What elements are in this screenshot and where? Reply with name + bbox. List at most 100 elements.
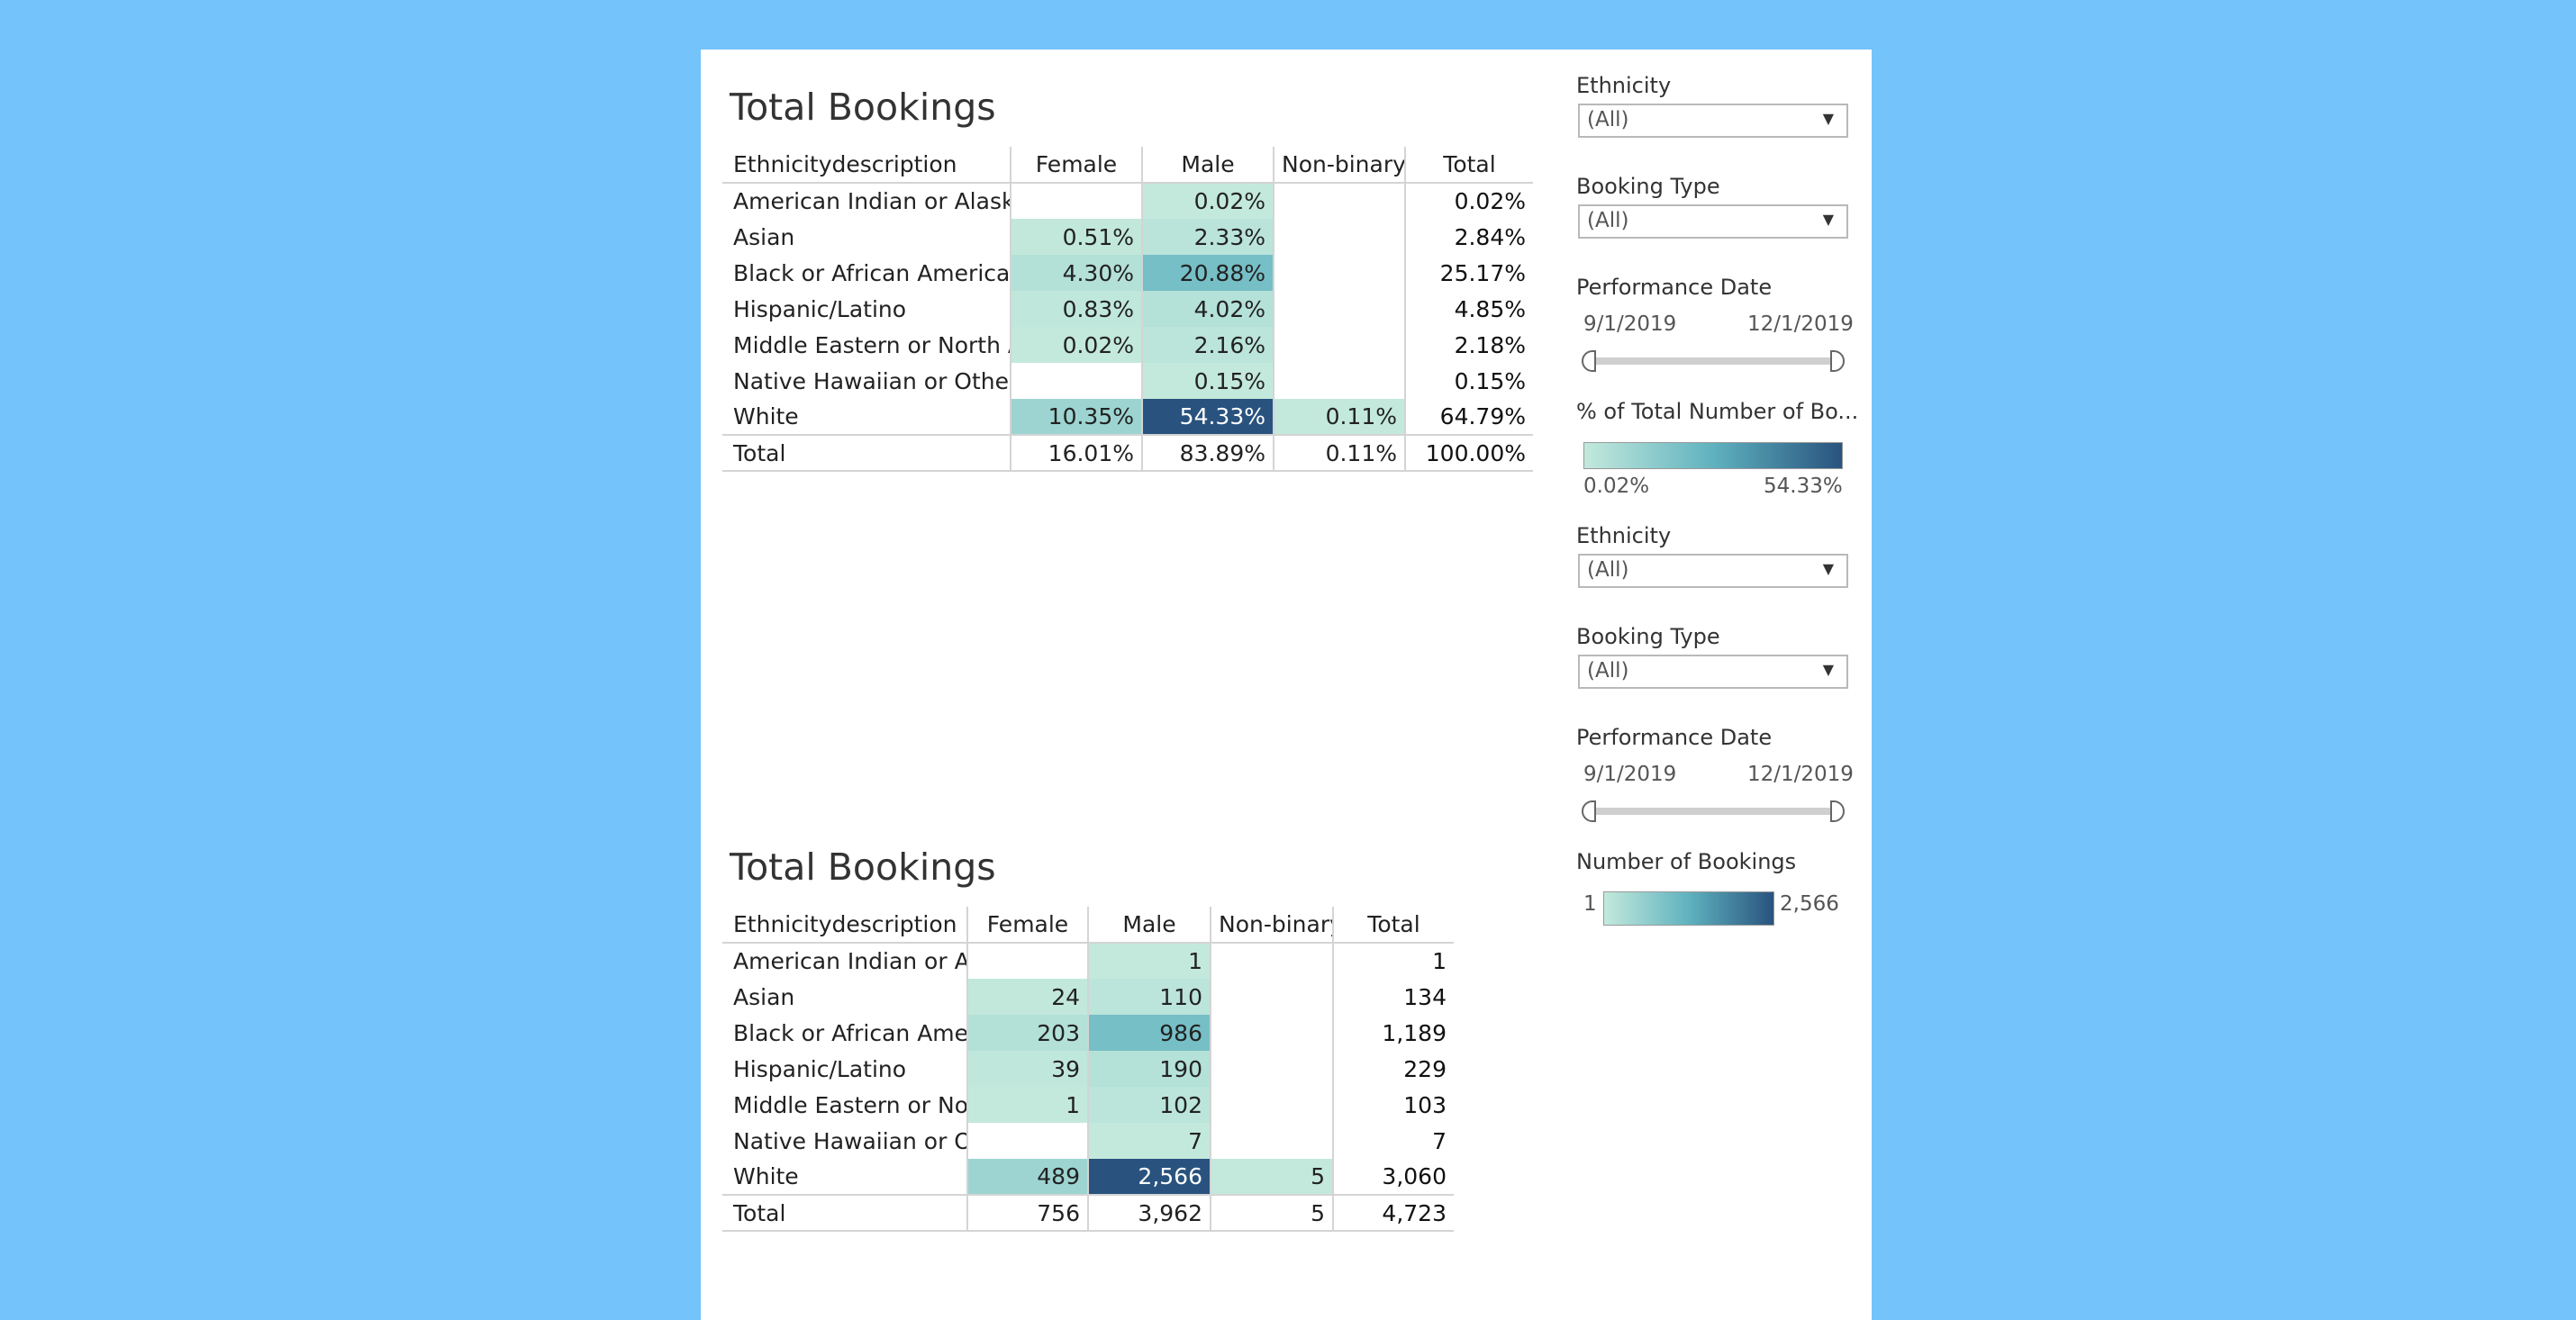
total-cell-female[interactable]: 756: [967, 1194, 1089, 1232]
cell-female[interactable]: 489: [967, 1159, 1089, 1195]
cell-female[interactable]: 10.35%: [1011, 399, 1143, 435]
cell-total[interactable]: 103: [1333, 1087, 1454, 1123]
column-header-female[interactable]: Female: [1011, 147, 1143, 184]
column-header-nonbinary[interactable]: Non-binary: [1274, 147, 1406, 184]
cell-female[interactable]: 0.83%: [1011, 291, 1143, 327]
cell-male[interactable]: 54.33%: [1142, 399, 1274, 435]
total-row-label[interactable]: Total: [722, 434, 1011, 472]
cell-male[interactable]: 0.15%: [1142, 363, 1274, 399]
cell-total[interactable]: 1: [1333, 943, 1454, 979]
row-label[interactable]: Hispanic/Latino: [722, 1051, 968, 1087]
cell-nonbinary[interactable]: [1274, 363, 1406, 399]
cell-female[interactable]: 0.51%: [1011, 219, 1143, 255]
slider-start-handle[interactable]: [1582, 350, 1596, 372]
cell-nonbinary[interactable]: [1274, 183, 1406, 219]
column-header-total[interactable]: Total: [1333, 907, 1454, 944]
cell-nonbinary[interactable]: [1211, 979, 1334, 1015]
column-header-male[interactable]: Male: [1088, 907, 1211, 944]
booking-type-dropdown[interactable]: (All) ▼: [1578, 655, 1848, 689]
cell-male[interactable]: 0.02%: [1142, 183, 1274, 219]
row-label[interactable]: Middle Eastern or No..: [722, 1087, 968, 1123]
cell-total[interactable]: 4.85%: [1405, 291, 1533, 327]
cell-male[interactable]: 2.16%: [1142, 327, 1274, 363]
cell-male[interactable]: 190: [1088, 1051, 1211, 1087]
slider-end-handle[interactable]: [1830, 800, 1845, 822]
total-row-label[interactable]: Total: [722, 1194, 968, 1232]
cell-male[interactable]: 110: [1088, 979, 1211, 1015]
column-header-total[interactable]: Total: [1405, 147, 1533, 184]
slider-end-handle[interactable]: [1830, 350, 1845, 372]
cell-total[interactable]: 2.84%: [1405, 219, 1533, 255]
cell-nonbinary[interactable]: [1211, 943, 1334, 979]
column-header-male[interactable]: Male: [1142, 147, 1274, 184]
row-label[interactable]: White: [722, 1159, 968, 1195]
row-header[interactable]: Ethnicitydescription: [722, 907, 968, 944]
slider-track[interactable]: [1587, 808, 1837, 815]
cell-nonbinary[interactable]: [1211, 1015, 1334, 1051]
cell-male[interactable]: 20.88%: [1142, 255, 1274, 291]
row-label[interactable]: Black or African Amer..: [722, 1015, 968, 1051]
row-label[interactable]: Native Hawaiian or O..: [722, 1123, 968, 1159]
cell-nonbinary[interactable]: [1274, 327, 1406, 363]
cell-nonbinary[interactable]: [1274, 255, 1406, 291]
cell-female[interactable]: 203: [967, 1015, 1089, 1051]
total-cell-nonbinary[interactable]: 0.11%: [1274, 434, 1406, 472]
cell-female[interactable]: [1011, 183, 1143, 219]
cell-female[interactable]: 39: [967, 1051, 1089, 1087]
row-header[interactable]: Ethnicitydescription: [722, 147, 1011, 184]
cell-female[interactable]: [967, 943, 1089, 979]
total-cell-nonbinary[interactable]: 5: [1211, 1194, 1334, 1232]
total-cell-male[interactable]: 83.89%: [1142, 434, 1274, 472]
total-cell-grand[interactable]: 100.00%: [1405, 434, 1533, 472]
cell-male[interactable]: 2,566: [1088, 1159, 1211, 1195]
total-cell-grand[interactable]: 4,723: [1333, 1194, 1454, 1232]
cell-male[interactable]: 4.02%: [1142, 291, 1274, 327]
cell-male[interactable]: 2.33%: [1142, 219, 1274, 255]
total-cell-female[interactable]: 16.01%: [1011, 434, 1143, 472]
booking-type-dropdown[interactable]: (All) ▼: [1578, 204, 1848, 239]
row-label[interactable]: American Indian or Al..: [722, 943, 968, 979]
cell-male[interactable]: 1: [1088, 943, 1211, 979]
cell-female[interactable]: 1: [967, 1087, 1089, 1123]
row-label[interactable]: Hispanic/Latino: [722, 291, 1011, 327]
row-label[interactable]: American Indian or Alaska..: [722, 183, 1011, 219]
cell-female[interactable]: [1011, 363, 1143, 399]
cell-total[interactable]: 0.02%: [1405, 183, 1533, 219]
cell-total[interactable]: 0.15%: [1405, 363, 1533, 399]
cell-total[interactable]: 7: [1333, 1123, 1454, 1159]
cell-male[interactable]: 7: [1088, 1123, 1211, 1159]
cell-total[interactable]: 229: [1333, 1051, 1454, 1087]
total-cell-male[interactable]: 3,962: [1088, 1194, 1211, 1232]
row-label[interactable]: Native Hawaiian or Other ..: [722, 363, 1011, 399]
cell-male[interactable]: 102: [1088, 1087, 1211, 1123]
slider-start-handle[interactable]: [1582, 800, 1596, 822]
row-label[interactable]: Asian: [722, 219, 1011, 255]
cell-total[interactable]: 2.18%: [1405, 327, 1533, 363]
cell-total[interactable]: 3,060: [1333, 1159, 1454, 1195]
slider-track[interactable]: [1587, 357, 1837, 365]
cell-female[interactable]: 0.02%: [1011, 327, 1143, 363]
cell-female[interactable]: 24: [967, 979, 1089, 1015]
cell-nonbinary[interactable]: 0.11%: [1274, 399, 1406, 435]
cell-nonbinary[interactable]: [1274, 219, 1406, 255]
ethnicity-dropdown[interactable]: (All) ▼: [1578, 554, 1848, 588]
cell-total[interactable]: 134: [1333, 979, 1454, 1015]
cell-nonbinary[interactable]: 5: [1211, 1159, 1334, 1195]
cell-total[interactable]: 25.17%: [1405, 255, 1533, 291]
row-label[interactable]: Black or African American: [722, 255, 1011, 291]
column-header-female[interactable]: Female: [967, 907, 1089, 944]
ethnicity-dropdown[interactable]: (All) ▼: [1578, 104, 1848, 138]
cell-nonbinary[interactable]: [1274, 291, 1406, 327]
row-label[interactable]: Middle Eastern or North A..: [722, 327, 1011, 363]
cell-female[interactable]: 4.30%: [1011, 255, 1143, 291]
cell-nonbinary[interactable]: [1211, 1087, 1334, 1123]
cell-female[interactable]: [967, 1123, 1089, 1159]
column-header-nonbinary[interactable]: Non-binary: [1211, 907, 1334, 944]
cell-total[interactable]: 1,189: [1333, 1015, 1454, 1051]
row-label[interactable]: Asian: [722, 979, 968, 1015]
cell-total[interactable]: 64.79%: [1405, 399, 1533, 435]
row-label[interactable]: White: [722, 399, 1011, 435]
cell-nonbinary[interactable]: [1211, 1051, 1334, 1087]
cell-male[interactable]: 986: [1088, 1015, 1211, 1051]
cell-nonbinary[interactable]: [1211, 1123, 1334, 1159]
